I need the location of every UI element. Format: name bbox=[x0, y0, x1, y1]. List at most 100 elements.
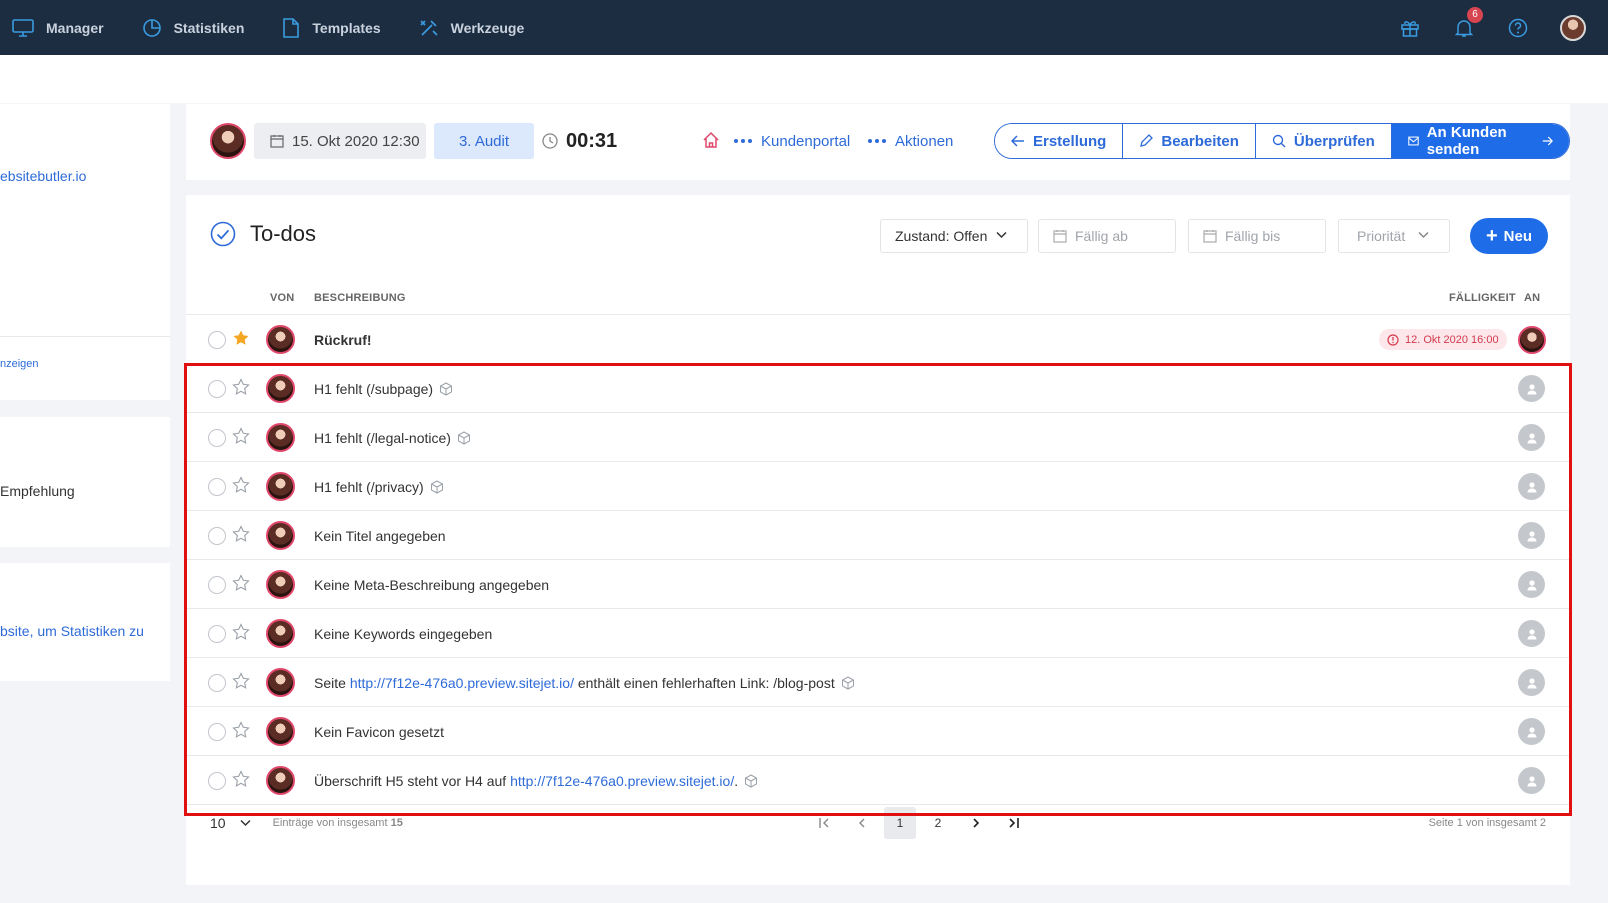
todo-description[interactable]: Überschrift H5 steht vor H4 auf http://7… bbox=[314, 756, 758, 805]
table-row[interactable]: Überschrift H5 steht vor H4 auf http://7… bbox=[186, 756, 1570, 805]
cube-icon bbox=[745, 773, 758, 788]
star-outline-icon[interactable] bbox=[232, 427, 250, 445]
unassigned-avatar[interactable] bbox=[1518, 424, 1545, 451]
todo-description[interactable]: Keine Keywords eingegeben bbox=[314, 609, 492, 658]
creator-avatar bbox=[266, 521, 295, 550]
creator-avatar bbox=[266, 766, 295, 795]
page-link[interactable]: http://7f12e-476a0.preview.sitejet.io/ bbox=[350, 675, 574, 691]
complete-checkbox[interactable] bbox=[208, 576, 226, 594]
date-selector[interactable]: 15. Okt 2020 12:30 bbox=[254, 123, 426, 159]
star-outline-icon[interactable] bbox=[232, 525, 250, 543]
home-button[interactable] bbox=[702, 131, 720, 152]
unassigned-avatar[interactable] bbox=[1518, 473, 1545, 500]
user-icon bbox=[1527, 383, 1536, 394]
complete-checkbox[interactable] bbox=[208, 772, 226, 790]
table-row[interactable]: H1 fehlt (/legal-notice) bbox=[186, 413, 1570, 462]
table-row[interactable]: H1 fehlt (/subpage) bbox=[186, 364, 1570, 413]
todo-text-suffix: . bbox=[734, 772, 739, 789]
due-from-filter[interactable]: Fällig ab bbox=[1038, 219, 1176, 253]
next-page-button[interactable] bbox=[960, 807, 992, 839]
table-row[interactable]: Kein Titel angegeben bbox=[186, 511, 1570, 560]
complete-checkbox[interactable] bbox=[208, 380, 226, 398]
todo-description[interactable]: Kein Titel angegeben bbox=[314, 511, 446, 560]
complete-checkbox[interactable] bbox=[208, 478, 226, 496]
todo-description[interactable]: H1 fehlt (/privacy) bbox=[314, 462, 444, 511]
search-icon bbox=[1272, 134, 1286, 148]
kundenportal-link[interactable]: Kundenportal bbox=[734, 123, 850, 159]
todo-description[interactable]: H1 fehlt (/legal-notice) bbox=[314, 413, 471, 462]
due-to-filter[interactable]: Fällig bis bbox=[1188, 219, 1326, 253]
complete-checkbox[interactable] bbox=[208, 331, 226, 349]
unassigned-avatar[interactable] bbox=[1518, 375, 1545, 402]
gift-button[interactable] bbox=[1398, 16, 1422, 40]
complete-checkbox[interactable] bbox=[208, 429, 226, 447]
star-outline-icon[interactable] bbox=[232, 378, 250, 396]
star-filled-icon[interactable] bbox=[232, 329, 250, 347]
unassigned-avatar[interactable] bbox=[1518, 522, 1545, 549]
bearbeiten-button[interactable]: Bearbeiten bbox=[1123, 124, 1256, 158]
first-page-button[interactable] bbox=[808, 807, 840, 839]
table-row[interactable]: Kein Favicon gesetzt bbox=[186, 707, 1570, 756]
table-row[interactable]: Keine Meta-Beschreibung angegeben bbox=[186, 560, 1570, 609]
page-2-button[interactable]: 2 bbox=[922, 807, 954, 839]
page-link[interactable]: http://7f12e-476a0.preview.sitejet.io/ bbox=[510, 773, 734, 789]
entries-info: Einträge von insgesamt 15 bbox=[273, 817, 403, 829]
todo-description[interactable]: Kein Favicon gesetzt bbox=[314, 707, 444, 756]
table-row[interactable]: Seite http://7f12e-476a0.preview.sitejet… bbox=[186, 658, 1570, 707]
todo-description[interactable]: Seite http://7f12e-476a0.preview.sitejet… bbox=[314, 658, 855, 707]
table-row[interactable]: Rückruf! 12. Okt 2020 16:00 bbox=[186, 315, 1570, 364]
nav-item-templates[interactable]: Templates bbox=[282, 17, 381, 38]
nav-item-manager[interactable]: Manager bbox=[12, 18, 104, 37]
star-outline-icon[interactable] bbox=[232, 672, 250, 690]
complete-checkbox[interactable] bbox=[208, 723, 226, 741]
notifications-button[interactable]: 6 bbox=[1452, 6, 1483, 40]
star-outline-icon[interactable] bbox=[232, 476, 250, 494]
user-avatar[interactable] bbox=[1560, 14, 1586, 41]
page-size-select[interactable]: 10 bbox=[210, 815, 251, 831]
last-page-button[interactable] bbox=[998, 807, 1030, 839]
prev-page-button[interactable] bbox=[846, 807, 878, 839]
col-header-description: BESCHREIBUNG bbox=[314, 292, 406, 304]
complete-checkbox[interactable] bbox=[208, 625, 226, 643]
alert-circle-icon bbox=[1387, 333, 1399, 346]
unassigned-avatar[interactable] bbox=[1518, 571, 1545, 598]
nav-item-statistiken[interactable]: Statistiken bbox=[142, 18, 244, 38]
unassigned-avatar[interactable] bbox=[1518, 669, 1545, 696]
show-link[interactable]: nzeigen bbox=[0, 358, 39, 370]
todo-description[interactable]: Rückruf! bbox=[314, 315, 372, 364]
todo-description[interactable]: H1 fehlt (/subpage) bbox=[314, 364, 453, 413]
send-to-customer-button[interactable]: An Kunden senden bbox=[1391, 124, 1569, 158]
email-link[interactable]: ebsitebutler.io bbox=[0, 168, 86, 184]
creator-avatar bbox=[266, 472, 295, 501]
star-outline-icon[interactable] bbox=[232, 574, 250, 592]
star-outline-icon[interactable] bbox=[232, 770, 250, 788]
erstellung-button[interactable]: Erstellung bbox=[995, 124, 1124, 158]
unassigned-avatar[interactable] bbox=[1518, 620, 1545, 647]
user-icon bbox=[1527, 481, 1536, 492]
nav-item-werkzeuge[interactable]: Werkzeuge bbox=[419, 18, 525, 38]
help-button[interactable] bbox=[1506, 16, 1530, 40]
todo-description[interactable]: Keine Meta-Beschreibung angegeben bbox=[314, 560, 549, 609]
calendar-icon bbox=[1053, 230, 1067, 243]
page-1-button[interactable]: 1 bbox=[884, 807, 916, 839]
table-row[interactable]: Keine Keywords eingegeben bbox=[186, 609, 1570, 658]
priority-filter[interactable]: Priorität bbox=[1338, 219, 1450, 253]
ueberpruefen-button[interactable]: Überprüfen bbox=[1255, 124, 1392, 158]
unassigned-avatar[interactable] bbox=[1518, 767, 1545, 794]
star-outline-icon[interactable] bbox=[232, 623, 250, 641]
new-todo-button[interactable]: + Neu bbox=[1470, 218, 1548, 254]
audit-badge[interactable]: 3. Audit bbox=[434, 123, 534, 159]
star-outline-icon[interactable] bbox=[232, 721, 250, 739]
aktionen-link[interactable]: Aktionen bbox=[868, 123, 953, 159]
complete-checkbox[interactable] bbox=[208, 674, 226, 692]
home-icon bbox=[703, 131, 719, 148]
assignee-avatar[interactable] bbox=[1518, 326, 1546, 354]
state-filter[interactable]: Zustand: Offen bbox=[880, 219, 1028, 253]
nav-label-werkzeuge: Werkzeuge bbox=[450, 19, 525, 36]
todos-card: To-dos Zustand: Offen Fällig ab Fällig b… bbox=[186, 195, 1570, 885]
stats-link[interactable]: bsite, um Statistiken zu bbox=[0, 623, 144, 639]
table-row[interactable]: H1 fehlt (/privacy) bbox=[186, 462, 1570, 511]
unassigned-avatar[interactable] bbox=[1518, 718, 1545, 745]
todo-text: Kein Favicon gesetzt bbox=[314, 723, 444, 740]
complete-checkbox[interactable] bbox=[208, 527, 226, 545]
